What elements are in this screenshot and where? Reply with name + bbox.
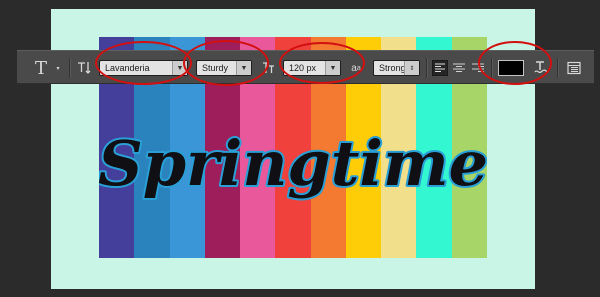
tool-preset-chevron-icon[interactable]: ▾ — [53, 51, 63, 85]
up-down-arrows-icon: ⇕ — [404, 61, 419, 75]
type-tool-icon[interactable]: T — [29, 51, 53, 85]
align-center-button[interactable] — [451, 60, 467, 76]
highlight-circle — [279, 42, 365, 84]
antialias-select[interactable]: Strong ⇕ — [373, 60, 420, 76]
align-left-button[interactable] — [432, 60, 448, 76]
highlight-circle — [95, 41, 192, 85]
align-center-icon — [453, 63, 465, 72]
springtime-text: Springtime — [99, 127, 487, 200]
separator — [557, 58, 559, 78]
character-panel-icon[interactable] — [563, 51, 585, 85]
antialias-value: Strong — [379, 63, 406, 73]
highlight-circle — [183, 40, 269, 86]
text-orientation-icon[interactable] — [73, 51, 95, 85]
separator — [426, 58, 428, 78]
highlight-circle — [478, 41, 552, 85]
align-left-icon — [435, 63, 445, 72]
separator — [69, 58, 71, 78]
